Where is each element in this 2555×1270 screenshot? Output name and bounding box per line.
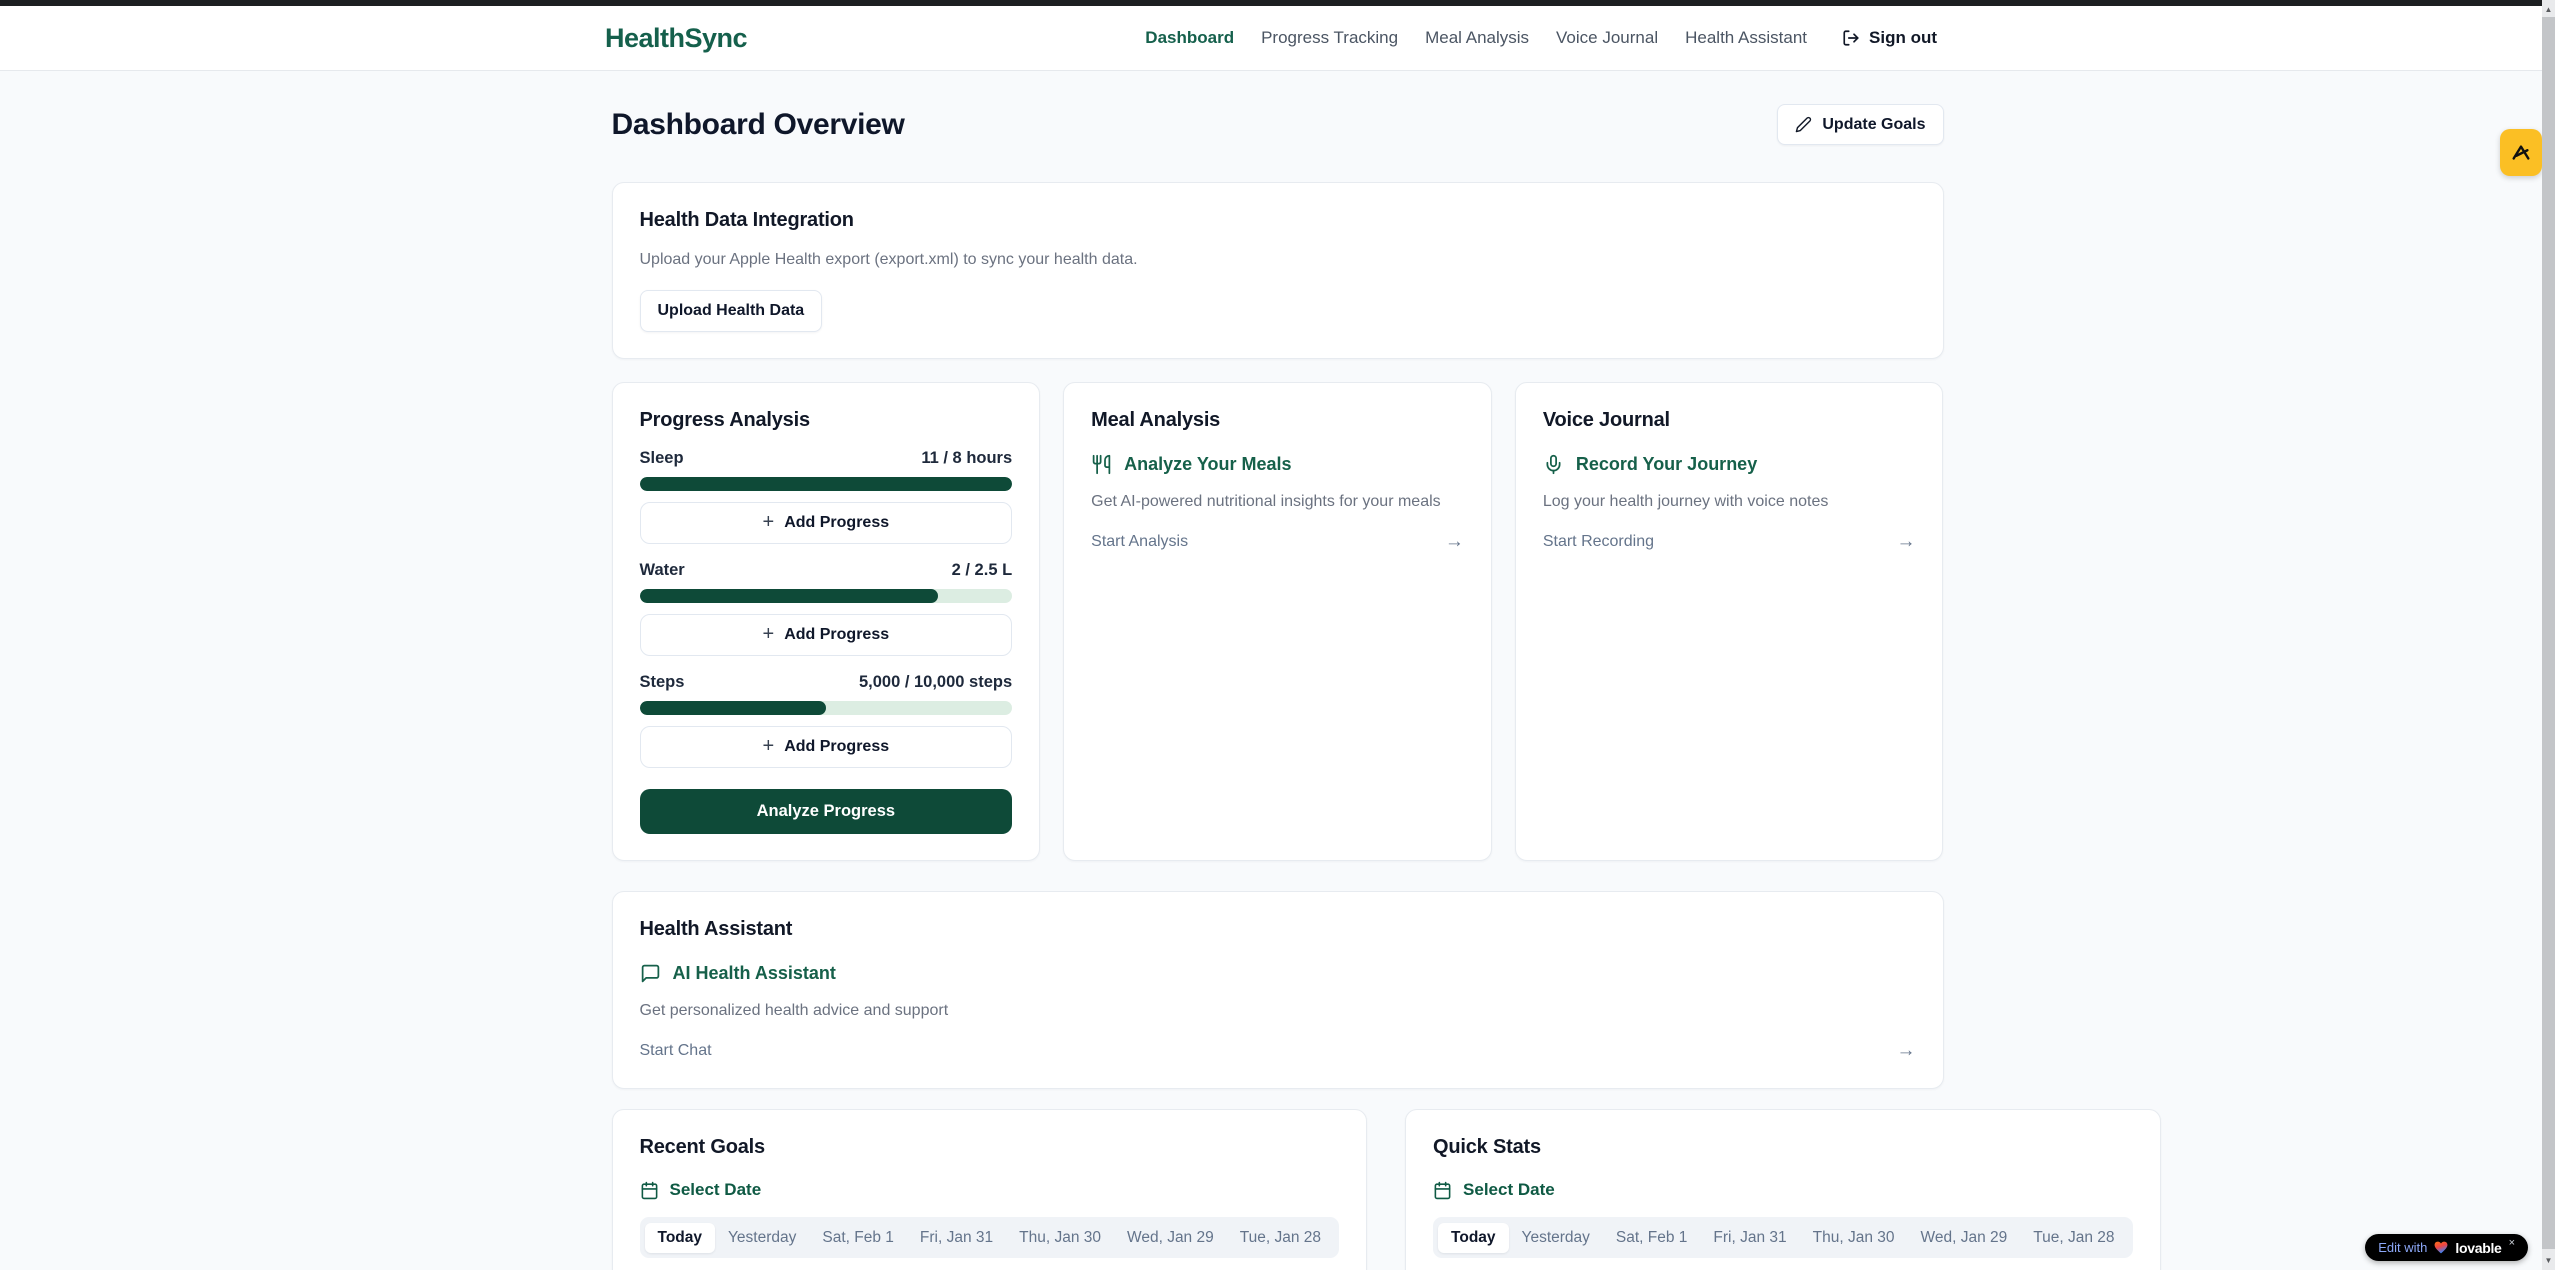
recent-goals-date-tabs: Today Yesterday Sat, Feb 1 Fri, Jan 31 T… — [640, 1217, 1340, 1258]
progress-title: Progress Analysis — [640, 409, 1013, 432]
tab-fri-jan-31[interactable]: Fri, Jan 31 — [1700, 1223, 1799, 1253]
quick-stats-date-tabs: Today Yesterday Sat, Feb 1 Fri, Jan 31 T… — [1433, 1217, 2133, 1258]
select-date-button[interactable]: Select Date — [640, 1180, 1340, 1200]
nav-voice-journal[interactable]: Voice Journal — [1556, 28, 1658, 48]
lovable-heart-icon — [2434, 1241, 2448, 1254]
ai-health-assistant-link[interactable]: AI Health Assistant — [640, 963, 1916, 984]
assistant-title: Health Assistant — [640, 918, 1916, 941]
nav-health-assistant[interactable]: Health Assistant — [1685, 28, 1807, 48]
tab-wed-jan-29[interactable]: Wed, Jan 29 — [1908, 1223, 2021, 1253]
tab-sat-feb-1[interactable]: Sat, Feb 1 — [1603, 1223, 1701, 1253]
vertical-scrollbar[interactable]: ▲ ▼ — [2542, 0, 2555, 1270]
nav-dashboard[interactable]: Dashboard — [1145, 28, 1234, 48]
steps-metric: Steps 5,000 / 10,000 steps + Add Progres… — [640, 673, 1013, 768]
meal-description: Get AI-powered nutritional insights for … — [1091, 493, 1464, 511]
arrow-right-icon: → — [1445, 531, 1464, 553]
sign-out-button[interactable]: Sign out — [1842, 28, 1937, 48]
sleep-metric: Sleep 11 / 8 hours + Add Progress — [640, 449, 1013, 544]
analyze-your-meals-link[interactable]: Analyze Your Meals — [1091, 454, 1464, 475]
nav-meal-analysis[interactable]: Meal Analysis — [1425, 28, 1529, 48]
scrollbar-down-arrow[interactable]: ▼ — [2542, 1253, 2555, 1268]
window-top-edge — [0, 0, 2555, 6]
tab-thu-jan-30[interactable]: Thu, Jan 30 — [1800, 1223, 1908, 1253]
upload-health-data-button[interactable]: Upload Health Data — [640, 290, 823, 332]
recent-goals-title: Recent Goals — [640, 1136, 1340, 1159]
select-date-button[interactable]: Select Date — [1433, 1180, 2133, 1200]
start-chat-action[interactable]: Start Chat → — [640, 1040, 1916, 1062]
tab-tue-jan-28[interactable]: Tue, Jan 28 — [2020, 1223, 2127, 1253]
tab-yesterday[interactable]: Yesterday — [715, 1223, 809, 1253]
page-title: Dashboard Overview — [612, 108, 905, 142]
assistant-description: Get personalized health advice and suppo… — [640, 1002, 1916, 1020]
steps-label: Steps — [640, 673, 685, 692]
record-your-journey-link[interactable]: Record Your Journey — [1543, 454, 1916, 475]
voice-description: Log your health journey with voice notes — [1543, 493, 1916, 511]
meal-title: Meal Analysis — [1091, 409, 1464, 432]
start-recording-action[interactable]: Start Recording → — [1543, 531, 1916, 553]
badge-close-icon[interactable]: × — [2509, 1237, 2515, 1249]
health-assistant-card: Health Assistant AI Health Assistant Get… — [612, 891, 1944, 1089]
tab-today[interactable]: Today — [1438, 1223, 1509, 1253]
health-data-integration-card: Health Data Integration Upload your Appl… — [612, 182, 1944, 359]
recent-goals-card: Recent Goals Select Date Today Yesterday… — [612, 1109, 1368, 1270]
voice-journal-card: Voice Journal Record Your Journey Log yo… — [1515, 382, 1944, 861]
arrow-right-icon: → — [1896, 531, 1915, 553]
utensils-icon — [1091, 454, 1112, 475]
tab-yesterday[interactable]: Yesterday — [1509, 1223, 1603, 1253]
update-goals-button[interactable]: Update Goals — [1777, 104, 1943, 145]
tab-fri-jan-31[interactable]: Fri, Jan 31 — [907, 1223, 1006, 1253]
tab-today[interactable]: Today — [645, 1223, 716, 1253]
integration-title: Health Data Integration — [640, 209, 1916, 232]
sleep-add-progress-button[interactable]: + Add Progress — [640, 502, 1013, 544]
tab-thu-jan-30[interactable]: Thu, Jan 30 — [1006, 1223, 1114, 1253]
main-nav: Dashboard Progress Tracking Meal Analysi… — [1145, 28, 1937, 48]
analyze-progress-button[interactable]: Analyze Progress — [640, 789, 1013, 834]
plus-icon: + — [763, 736, 775, 756]
water-metric: Water 2 / 2.5 L + Add Progress — [640, 561, 1013, 656]
steps-add-progress-button[interactable]: + Add Progress — [640, 726, 1013, 768]
badge-prefix: Edit with — [2378, 1240, 2427, 1255]
badge-brand: lovable — [2455, 1240, 2501, 1256]
steps-value: 5,000 / 10,000 steps — [859, 673, 1012, 692]
plus-icon: + — [763, 512, 775, 532]
water-label: Water — [640, 561, 685, 580]
meal-analysis-card: Meal Analysis Analyze Your Meals Get AI-… — [1063, 382, 1492, 861]
tab-tue-jan-28[interactable]: Tue, Jan 28 — [1227, 1223, 1334, 1253]
voice-title: Voice Journal — [1543, 409, 1916, 432]
tab-wed-jan-29[interactable]: Wed, Jan 29 — [1114, 1223, 1227, 1253]
water-add-progress-button[interactable]: + Add Progress — [640, 614, 1013, 656]
scrollbar-thumb[interactable] — [2542, 17, 2555, 1249]
select-tool-button[interactable] — [2500, 129, 2542, 176]
water-value: 2 / 2.5 L — [952, 561, 1013, 580]
app-logo[interactable]: HealthSync — [605, 23, 747, 54]
tab-sat-feb-1[interactable]: Sat, Feb 1 — [809, 1223, 907, 1253]
caret-slash-icon — [2510, 142, 2532, 164]
quick-stats-title: Quick Stats — [1433, 1136, 2133, 1159]
quick-stats-card: Quick Stats Select Date Today Yesterday … — [1405, 1109, 2161, 1270]
sleep-value: 11 / 8 hours — [921, 449, 1012, 468]
edit-with-lovable-badge[interactable]: Edit with lovable × — [2365, 1234, 2528, 1261]
app-header: HealthSync Dashboard Progress Tracking M… — [0, 6, 2542, 71]
pencil-icon — [1795, 116, 1812, 133]
logout-icon — [1842, 29, 1860, 47]
water-progress-bar — [640, 589, 1013, 603]
chat-bubble-icon — [640, 963, 661, 984]
progress-analysis-card: Progress Analysis Sleep 11 / 8 hours + A… — [612, 382, 1041, 861]
sleep-progress-bar — [640, 477, 1013, 491]
integration-description: Upload your Apple Health export (export.… — [640, 251, 1916, 269]
calendar-icon — [640, 1181, 659, 1200]
sleep-label: Sleep — [640, 449, 684, 468]
nav-progress-tracking[interactable]: Progress Tracking — [1261, 28, 1398, 48]
steps-progress-bar — [640, 701, 1013, 715]
microphone-icon — [1543, 454, 1564, 475]
start-analysis-action[interactable]: Start Analysis → — [1091, 531, 1464, 553]
arrow-right-icon: → — [1897, 1040, 1916, 1062]
plus-icon: + — [763, 624, 775, 644]
calendar-icon — [1433, 1181, 1452, 1200]
dashboard-page: Dashboard Overview Update Goals Health D… — [612, 0, 1944, 1270]
scrollbar-up-arrow[interactable]: ▲ — [2542, 2, 2555, 17]
